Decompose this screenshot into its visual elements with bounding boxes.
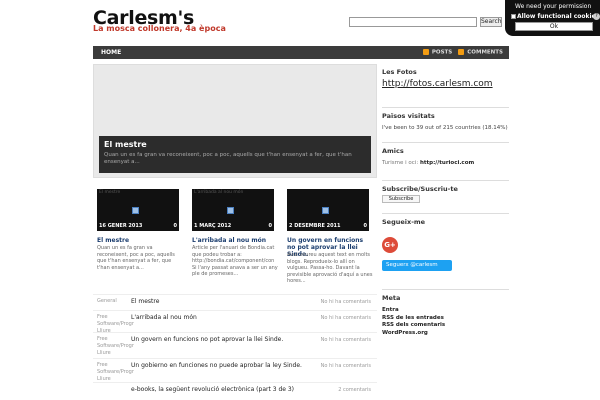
meta-link-wordpress[interactable]: WordPress.org [382, 330, 445, 338]
cookie-title: We need your permission [515, 3, 592, 10]
list-item: Free Software/Progr Lliure L'arribada al… [93, 310, 377, 334]
comment-count[interactable]: No hi ha comentaris [321, 363, 371, 369]
main-nav: HOME POSTS COMMENTS [93, 46, 509, 59]
widget-friends: Amics Turisme i oci: http://turioci.com [382, 142, 509, 180]
meta-link-rss-comments[interactable]: RSS dels comentaris [382, 322, 445, 330]
comment-count[interactable]: No hi ha comentaris [321, 299, 371, 305]
widget-subscribe: Subscribe/Suscriu-te Subscribe [382, 180, 509, 212]
friends-label: Turisme i oci: [382, 160, 419, 166]
widget-countries: Països visitats I've been to 39 out of 2… [382, 107, 509, 142]
post-category[interactable]: Free Software/Progr Lliure [97, 336, 134, 357]
comment-count[interactable]: No hi ha comentaris [321, 315, 371, 321]
nav-posts-label: POSTS [431, 49, 453, 56]
post-date: 2 DESEMBRE 2011 [289, 223, 341, 229]
post-title[interactable]: El mestre [97, 237, 183, 244]
widget-title: Meta [382, 294, 401, 302]
featured-slider[interactable]: El mestre Quan un es fa gran va reconeix… [93, 64, 377, 178]
post-category[interactable]: Free Software/Progr Lliure [97, 362, 134, 383]
widget-title: Les Fotos [382, 68, 417, 76]
subscribe-button[interactable]: Subscribe [382, 195, 420, 203]
nav-posts-feed[interactable]: POSTS [422, 49, 453, 56]
cookie-label: Allow functional cookies [517, 13, 600, 20]
widget-follow: Segueix-me G+ Seguerx @carlesm [382, 213, 509, 285]
post-title[interactable]: Un govern en funcions no pot aprovar la … [131, 336, 283, 343]
photos-link[interactable]: http://fotos.carlesm.com [382, 79, 493, 89]
comment-count: 0 [268, 223, 272, 229]
nav-feeds: POSTS COMMENTS [422, 49, 503, 56]
meta-link-login[interactable]: Entra [382, 307, 445, 315]
meta-list: Entra RSS de les entrades RSS dels comen… [382, 307, 445, 337]
featured-title[interactable]: El mestre [104, 140, 147, 149]
post-title[interactable]: Un gobierno en funciones no puede aproba… [131, 362, 302, 369]
twitter-follow-button[interactable]: Seguerx @carlesm [382, 260, 452, 271]
post-title[interactable]: L'arribada al nou món [131, 314, 197, 321]
google-plus-icon[interactable]: G+ [382, 237, 398, 253]
nav-comments-label: COMMENTS [467, 49, 503, 56]
post-title[interactable]: El mestre [131, 298, 159, 305]
widget-photos: Les Fotos http://fotos.carlesm.com [382, 64, 509, 106]
comment-count[interactable]: 2 comentaris [338, 387, 371, 393]
photos-link-wrap: http://fotos.carlesm.com [382, 79, 493, 89]
rss-icon [422, 49, 429, 55]
post-category[interactable]: General [97, 298, 131, 305]
friends-link[interactable]: http://turioci.com [420, 160, 474, 166]
comment-count: 0 [173, 223, 177, 229]
cookie-ok-button[interactable]: Ok [515, 22, 593, 31]
image-placeholder-icon [132, 207, 139, 214]
widget-title: Amics [382, 147, 404, 155]
recent-posts-cards: El mestre 16 GENER 2013 0 El mestre Quan… [93, 185, 377, 284]
site-tagline: La mosca collonera, 4a època [93, 24, 226, 33]
post-thumbnail[interactable]: L'arribada al nou món 1 MARÇ 2012 0 [192, 189, 274, 231]
post-excerpt: Article per l'anuari de Bondia.cat que p… [192, 245, 278, 277]
countries-text: I've been to 39 out of 215 countries (18… [382, 125, 508, 131]
post-excerpt: Quan un es fa gran va reconeixent, poc a… [97, 245, 175, 271]
comment-count: 0 [363, 223, 367, 229]
post-thumbnail[interactable]: 2 DESEMBRE 2011 0 [287, 189, 369, 231]
list-item: e-books, la següent revolució electrònic… [93, 382, 377, 400]
nav-home[interactable]: HOME [101, 49, 121, 56]
widget-meta: Meta Entra RSS de les entrades RSS dels … [382, 289, 509, 349]
comment-count[interactable]: No hi ha comentaris [321, 337, 371, 343]
widget-title: Segueix-me [382, 218, 426, 226]
thumbnail-caption: L'arribada al nou món [194, 190, 244, 195]
list-item: Free Software/Progr Lliure Un gobierno e… [93, 358, 377, 382]
post-date: 16 GENER 2013 [99, 223, 143, 229]
meta-link-rss-entries[interactable]: RSS de les entrades [382, 315, 445, 323]
widget-title: Països visitats [382, 112, 435, 120]
post-title[interactable]: e-books, la següent revolució electrònic… [131, 386, 294, 393]
widget-title: Subscribe/Suscriu-te [382, 185, 458, 193]
nav-comments-feed[interactable]: COMMENTS [458, 49, 503, 56]
list-item: Free Software/Progr Lliure Un govern en … [93, 332, 377, 356]
post-thumbnail[interactable]: El mestre 16 GENER 2013 0 [97, 189, 179, 231]
rss-icon [458, 49, 465, 55]
thumbnail-caption: El mestre [99, 190, 121, 195]
cookie-checkbox[interactable] [511, 14, 516, 19]
help-icon[interactable]: ? [593, 13, 600, 20]
post-title[interactable]: L'arribada al nou món [192, 237, 278, 244]
search-button[interactable]: Search [480, 17, 502, 27]
image-placeholder-icon [227, 207, 234, 214]
search-input[interactable] [349, 17, 477, 27]
featured-caption: El mestre Quan un es fa gran va reconeix… [99, 136, 371, 173]
post-excerpt: Avui veureu aquest text en molts blogs. … [287, 252, 373, 284]
featured-excerpt: Quan un es fa gran va reconeixent, poc a… [104, 152, 352, 165]
image-placeholder-icon [322, 207, 329, 214]
cookie-consent-banner: We need your permission Allow functional… [505, 0, 600, 36]
friends-entry: Turisme i oci: http://turioci.com [382, 160, 474, 166]
post-date: 1 MARÇ 2012 [194, 223, 232, 229]
